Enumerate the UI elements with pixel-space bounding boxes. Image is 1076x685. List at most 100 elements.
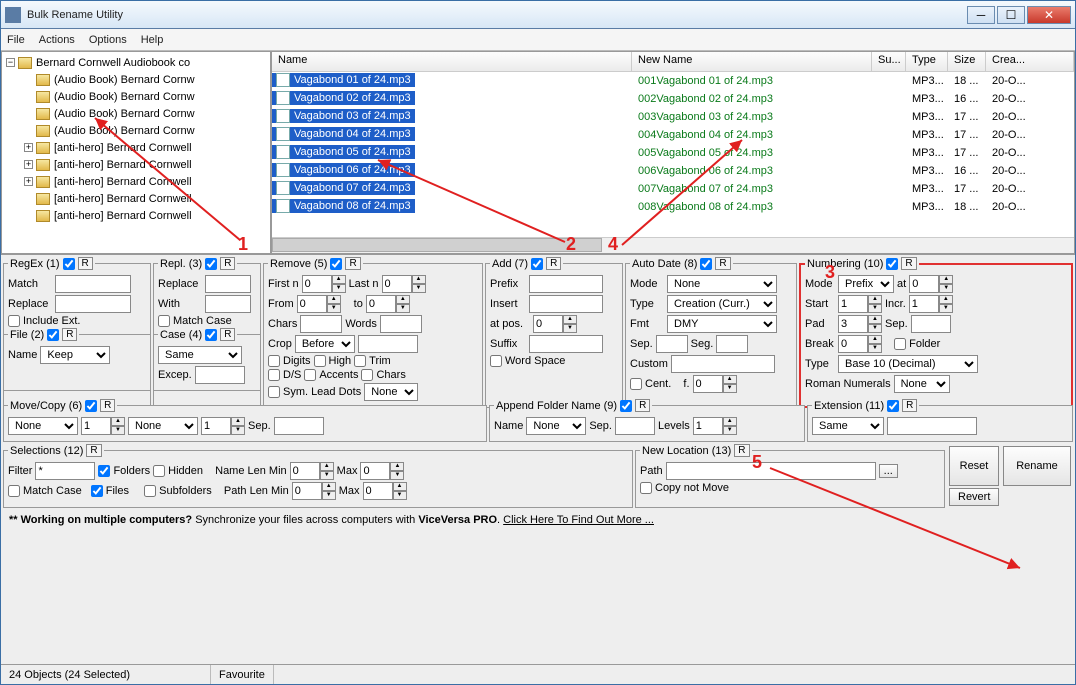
col-size[interactable]: Size bbox=[948, 52, 986, 71]
file-name-select[interactable]: Keep bbox=[40, 346, 110, 364]
repl-matchcase[interactable] bbox=[158, 315, 170, 327]
tree-item[interactable]: +[anti-hero] Bernard Cornwell bbox=[4, 156, 268, 173]
remove-sym[interactable] bbox=[268, 386, 280, 398]
remove-firstn[interactable] bbox=[302, 275, 332, 293]
autodate-seg-input[interactable] bbox=[716, 335, 748, 353]
remove-chars2[interactable] bbox=[361, 369, 373, 381]
menu-options[interactable]: Options bbox=[89, 34, 127, 46]
autodate-type-select[interactable]: Creation (Curr.) bbox=[667, 295, 777, 313]
table-row[interactable]: Vagabond 03 of 24.mp3003Vagabond 03 of 2… bbox=[272, 108, 1074, 126]
remove-crop-text[interactable] bbox=[358, 335, 418, 353]
reset-badge[interactable]: R bbox=[220, 328, 235, 341]
extension-select[interactable]: Same bbox=[812, 417, 884, 435]
numbering-type-select[interactable]: Base 10 (Decimal) bbox=[838, 355, 978, 373]
remove-chars-input[interactable] bbox=[300, 315, 342, 333]
minimize-button[interactable]: ─ bbox=[967, 6, 995, 24]
h-scrollbar[interactable] bbox=[272, 237, 1074, 253]
regex-match-input[interactable] bbox=[55, 275, 131, 293]
movecopy-n1[interactable] bbox=[81, 417, 111, 435]
table-row[interactable]: Vagabond 02 of 24.mp3002Vagabond 02 of 2… bbox=[272, 90, 1074, 108]
extension-input[interactable] bbox=[887, 417, 977, 435]
expand-icon[interactable]: + bbox=[24, 143, 33, 152]
repl-enable[interactable] bbox=[205, 258, 217, 270]
selections-namelenmin[interactable] bbox=[290, 462, 320, 480]
remove-to[interactable] bbox=[366, 295, 396, 313]
append-enable[interactable] bbox=[620, 400, 632, 412]
reset-badge[interactable]: R bbox=[635, 399, 650, 412]
maximize-button[interactable]: ☐ bbox=[997, 6, 1025, 24]
rename-button[interactable]: Rename bbox=[1003, 446, 1071, 486]
selections-subfolders[interactable] bbox=[144, 485, 156, 497]
add-wordspace[interactable] bbox=[490, 355, 502, 367]
reset-badge[interactable]: R bbox=[220, 257, 235, 270]
selections-pathlenmax[interactable] bbox=[363, 482, 393, 500]
newloc-copy[interactable] bbox=[640, 482, 652, 494]
numbering-start[interactable] bbox=[838, 295, 868, 313]
autodate-fmt-select[interactable]: DMY bbox=[667, 315, 777, 333]
col-created[interactable]: Crea... bbox=[986, 52, 1074, 71]
numbering-mode-select[interactable]: Prefix bbox=[838, 275, 894, 293]
file-grid[interactable]: Name New Name Su... Type Size Crea... Va… bbox=[271, 51, 1075, 254]
reset-badge[interactable]: R bbox=[345, 257, 360, 270]
remove-crop-select[interactable]: Before bbox=[295, 335, 355, 353]
autodate-off[interactable] bbox=[693, 375, 723, 393]
menu-file[interactable]: File bbox=[7, 34, 25, 46]
append-levels[interactable] bbox=[693, 417, 723, 435]
add-prefix-input[interactable] bbox=[529, 275, 603, 293]
numbering-folder[interactable] bbox=[894, 338, 906, 350]
autodate-enable[interactable] bbox=[700, 258, 712, 270]
file-enable[interactable] bbox=[47, 329, 59, 341]
selections-hidden[interactable] bbox=[153, 465, 165, 477]
numbering-enable[interactable] bbox=[886, 258, 898, 270]
tree-item[interactable]: [anti-hero] Bernard Cornwell bbox=[4, 207, 268, 224]
col-type[interactable]: Type bbox=[906, 52, 948, 71]
col-newname[interactable]: New Name bbox=[632, 52, 872, 71]
table-row[interactable]: Vagabond 04 of 24.mp3004Vagabond 04 of 2… bbox=[272, 126, 1074, 144]
autodate-sep-input[interactable] bbox=[656, 335, 688, 353]
remove-words-input[interactable] bbox=[380, 315, 422, 333]
expand-icon[interactable]: + bbox=[24, 177, 33, 186]
tree-item[interactable]: (Audio Book) Bernard Cornw bbox=[4, 122, 268, 139]
add-suffix-input[interactable] bbox=[529, 335, 603, 353]
close-button[interactable]: ✕ bbox=[1027, 6, 1071, 24]
movecopy-n2[interactable] bbox=[201, 417, 231, 435]
remove-lastn[interactable] bbox=[382, 275, 412, 293]
case-select[interactable]: Same bbox=[158, 346, 242, 364]
autodate-mode-select[interactable]: None bbox=[667, 275, 777, 293]
remove-from[interactable] bbox=[297, 295, 327, 313]
selections-matchcase[interactable] bbox=[8, 485, 20, 497]
remove-digits[interactable] bbox=[268, 355, 280, 367]
regex-include-ext[interactable] bbox=[8, 315, 20, 327]
promo-link[interactable]: Click Here To Find Out More ... bbox=[503, 514, 654, 526]
expand-icon[interactable]: + bbox=[24, 160, 33, 169]
numbering-roman-select[interactable]: None bbox=[894, 375, 950, 393]
reset-badge[interactable]: R bbox=[78, 257, 93, 270]
add-insert-input[interactable] bbox=[529, 295, 603, 313]
revert-button[interactable]: Revert bbox=[949, 488, 999, 506]
table-row[interactable]: Vagabond 07 of 24.mp3007Vagabond 07 of 2… bbox=[272, 180, 1074, 198]
table-row[interactable]: Vagabond 05 of 24.mp3005Vagabond 05 of 2… bbox=[272, 144, 1074, 162]
extension-enable[interactable] bbox=[887, 400, 899, 412]
table-row[interactable]: Vagabond 01 of 24.mp3001Vagabond 01 of 2… bbox=[272, 72, 1074, 90]
reset-button[interactable]: Reset bbox=[949, 446, 999, 486]
selections-filter-input[interactable] bbox=[35, 462, 95, 480]
case-excep-input[interactable] bbox=[195, 366, 245, 384]
menu-help[interactable]: Help bbox=[141, 34, 164, 46]
col-name[interactable]: Name bbox=[272, 52, 632, 71]
reset-badge[interactable]: R bbox=[715, 257, 730, 270]
append-name-select[interactable]: None bbox=[526, 417, 586, 435]
tree-item[interactable]: (Audio Book) Bernard Cornw bbox=[4, 105, 268, 122]
tree-item[interactable]: (Audio Book) Bernard Cornw bbox=[4, 71, 268, 88]
remove-accents[interactable] bbox=[304, 369, 316, 381]
scroll-thumb[interactable] bbox=[272, 238, 602, 252]
reset-badge[interactable]: R bbox=[902, 399, 917, 412]
autodate-cent[interactable] bbox=[630, 378, 642, 390]
regex-enable[interactable] bbox=[63, 258, 75, 270]
regex-replace-input[interactable] bbox=[55, 295, 131, 313]
expand-icon[interactable]: − bbox=[6, 58, 15, 67]
reset-badge[interactable]: R bbox=[734, 444, 749, 457]
table-row[interactable]: Vagabond 06 of 24.mp3006Vagabond 06 of 2… bbox=[272, 162, 1074, 180]
remove-trim[interactable] bbox=[354, 355, 366, 367]
reset-badge[interactable]: R bbox=[62, 328, 77, 341]
col-sub[interactable]: Su... bbox=[872, 52, 906, 71]
